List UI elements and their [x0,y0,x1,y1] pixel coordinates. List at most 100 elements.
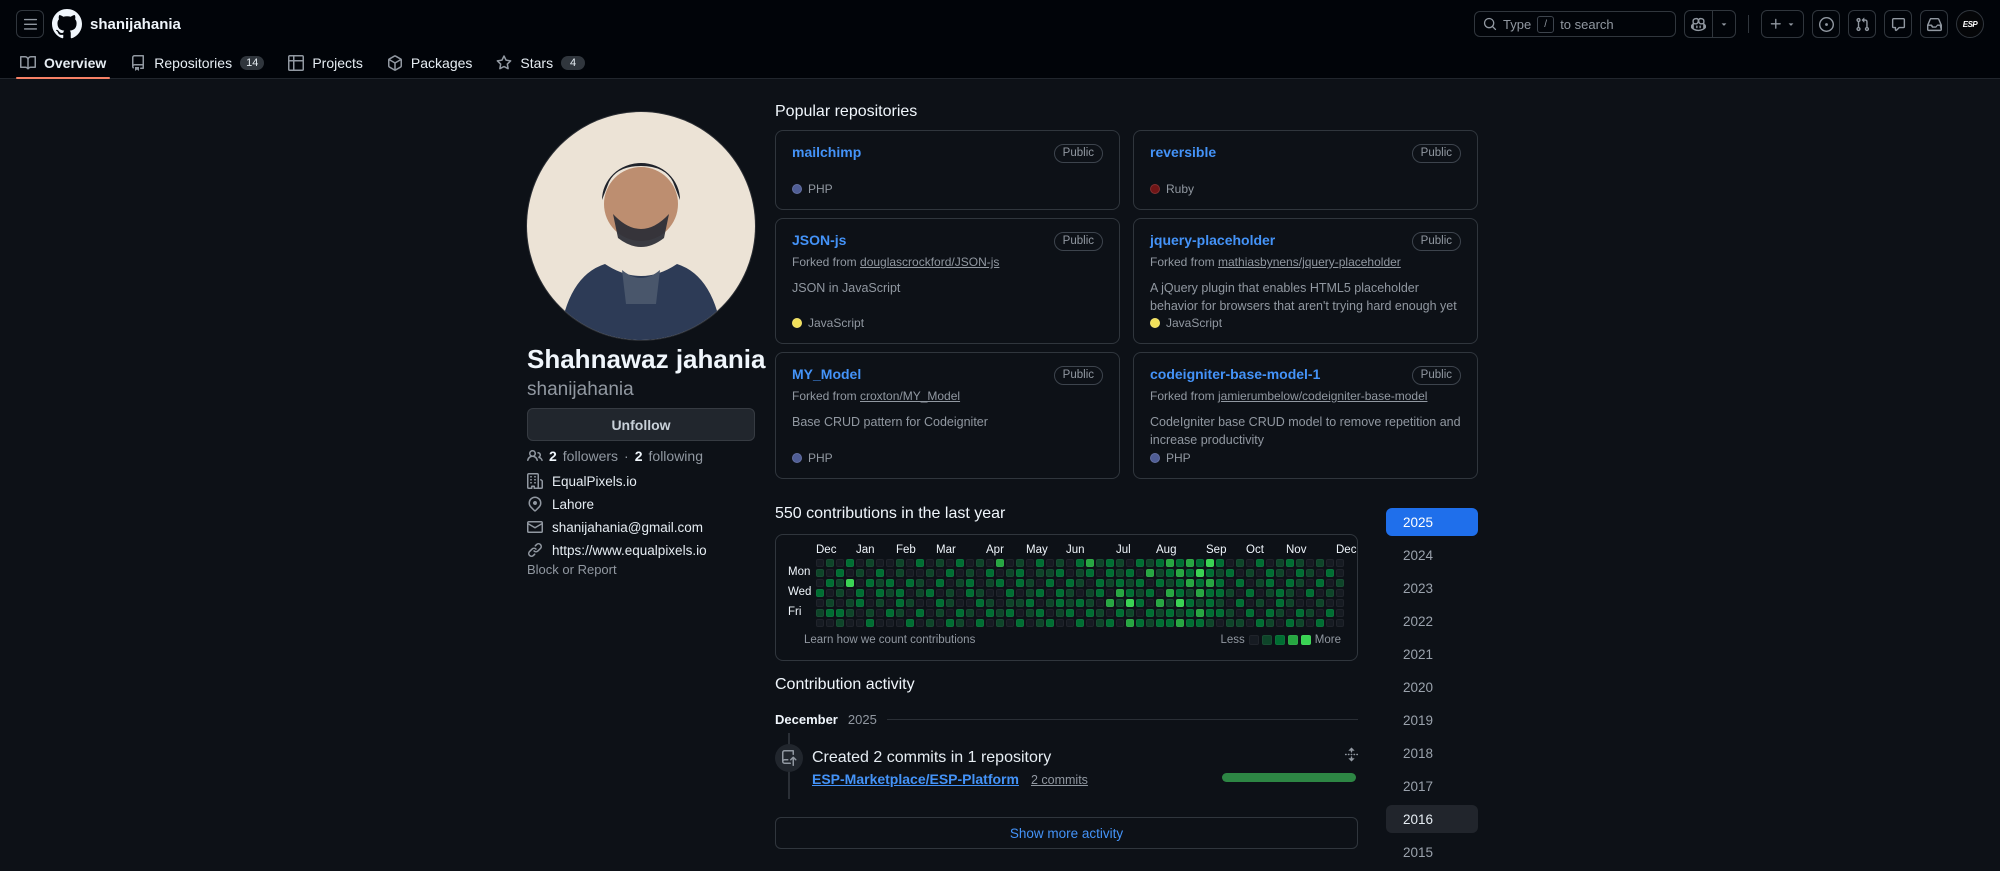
contribution-legend: Less More [1221,634,1342,646]
repo-language: JavaScript [1150,316,1461,330]
legend-square [1274,635,1285,645]
forked-from-link[interactable]: douglascrockford/JSON-js [860,255,999,269]
tab-projects[interactable]: Projects [276,48,375,78]
contribution-cell [1196,589,1204,597]
contribution-cell [886,559,894,567]
year-2021[interactable]: 2021 [1386,640,1478,668]
notifications-button[interactable] [1920,10,1948,38]
contribution-cell [946,609,954,617]
contribution-cell [1166,559,1174,567]
forked-from-label: Forked from [792,255,861,269]
header-username-link[interactable]: shanijahania [90,16,181,33]
tab-counter: 4 [561,56,586,70]
user-avatar-menu[interactable]: ESP [1956,10,1984,38]
contribution-cell [1196,569,1204,577]
contribution-cell [1036,569,1044,577]
copilot-button[interactable] [1685,11,1712,37]
issues-button[interactable] [1812,10,1840,38]
search-input[interactable]: Type / to search [1474,11,1676,37]
contribution-cell [866,599,874,607]
contribution-cell [886,619,894,627]
hamburger-menu-button[interactable] [16,10,44,38]
year-2016[interactable]: 2016 [1386,805,1478,833]
project-icon [288,55,305,71]
repo-name-link[interactable]: JSON-js [792,232,846,248]
contribution-cell [1226,559,1234,567]
profile-detail-mail[interactable]: shanijahania@gmail.com [527,519,767,535]
activity-commits-link[interactable]: 2 commits [1031,773,1088,787]
tab-overview[interactable]: Overview [8,48,118,79]
profile-photo[interactable] [527,112,755,340]
tab-repositories[interactable]: Repositories 14 [118,48,276,78]
repo-name-link[interactable]: jquery-placeholder [1150,232,1275,248]
followers-count[interactable]: 2 [549,448,557,464]
profile-detail-location[interactable]: Lahore [527,496,767,512]
tab-packages[interactable]: Packages [375,48,484,78]
contribution-cell [946,619,954,627]
contribution-cell [1036,599,1044,607]
repo-name-link[interactable]: reversible [1150,144,1216,160]
contribution-cells [816,559,1344,627]
forked-from-link[interactable]: mathiasbynens/jquery-placeholder [1218,255,1401,269]
discussions-button[interactable] [1884,10,1912,38]
unfollow-button[interactable]: Unfollow [527,408,755,441]
followers-label[interactable]: followers [563,448,618,464]
contribution-cell [1286,589,1294,597]
show-more-activity-button[interactable]: Show more activity [775,817,1358,849]
profile-detail-link[interactable]: https://www.equalpixels.io [527,542,767,558]
forked-from-link[interactable]: croxton/MY_Model [860,389,960,403]
unfold-activity-button[interactable] [1344,747,1359,762]
contribution-cell [1166,589,1174,597]
learn-contributions-link[interactable]: Learn how we count contributions [804,634,975,646]
year-2019[interactable]: 2019 [1386,706,1478,734]
contribution-cell [1016,559,1024,567]
following-count[interactable]: 2 [635,448,643,464]
forked-from-link[interactable]: jamierumbelow/codeigniter-base-model [1218,389,1427,403]
block-or-report-link[interactable]: Block or Report [527,562,617,577]
copilot-dropdown-button[interactable] [1712,11,1735,37]
contribution-cell [1026,599,1034,607]
contribution-cell [876,619,884,627]
contribution-cell [1006,609,1014,617]
year-2024[interactable]: 2024 [1386,541,1478,569]
repo-description: A jQuery plugin that enables HTML5 place… [1150,281,1457,314]
profile-detail-organization[interactable]: EqualPixels.io [527,473,767,489]
year-2025[interactable]: 2025 [1386,508,1478,536]
search-placeholder-prefix: Type [1503,16,1532,32]
contribution-cell [1086,559,1094,567]
year-2018[interactable]: 2018 [1386,739,1478,767]
contribution-cell [1116,619,1124,627]
contribution-cell [1056,609,1064,617]
contribution-cell [866,579,874,587]
github-mark-icon [52,9,82,39]
contribution-cell [1136,599,1144,607]
year-2017[interactable]: 2017 [1386,772,1478,800]
contribution-cell [1186,569,1194,577]
contribution-cell [1146,579,1154,587]
forked-from-label: Forked from [1150,389,1219,403]
create-new-button[interactable] [1761,10,1804,38]
repo-forked-from: Forked from croxton/MY_Model [792,389,1103,403]
contribution-cell [1116,559,1124,567]
repo-name-link[interactable]: mailchimp [792,144,861,160]
year-2015[interactable]: 2015 [1386,838,1478,866]
pull-requests-button[interactable] [1848,10,1876,38]
language-label: JavaScript [1166,316,1223,330]
github-logo[interactable] [52,9,82,39]
year-2023[interactable]: 2023 [1386,574,1478,602]
tab-stars[interactable]: Stars 4 [484,48,597,78]
contribution-cell [876,609,884,617]
search-icon [1483,17,1497,31]
activity-repo-link[interactable]: ESP-Marketplace/ESP-Platform [812,771,1019,787]
contribution-cell [1286,609,1294,617]
repo-card-header: codeigniter-base-model-1 Public [1150,366,1461,385]
contribution-cell [1256,599,1264,607]
contribution-cell [1296,589,1304,597]
year-2022[interactable]: 2022 [1386,607,1478,635]
year-2020[interactable]: 2020 [1386,673,1478,701]
repo-name-link[interactable]: codeigniter-base-model-1 [1150,366,1320,382]
contribution-cell [856,559,864,567]
following-label[interactable]: following [649,448,703,464]
contribution-cell [1156,569,1164,577]
repo-name-link[interactable]: MY_Model [792,366,861,382]
